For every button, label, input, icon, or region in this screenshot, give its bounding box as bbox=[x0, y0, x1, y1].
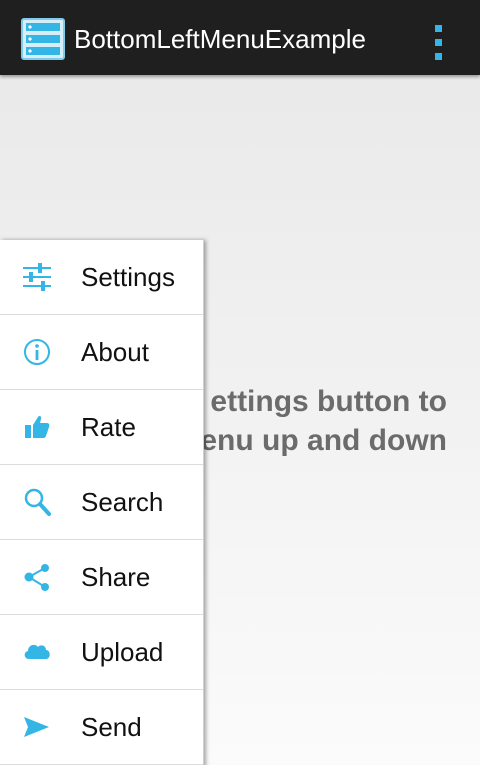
overflow-dot-icon bbox=[435, 39, 442, 46]
app-list-icon[interactable] bbox=[21, 18, 65, 60]
settings-sliders-icon bbox=[22, 262, 52, 292]
cloud-upload-icon bbox=[22, 637, 52, 667]
overflow-menu-button[interactable] bbox=[424, 14, 454, 62]
menu-item-label: Rate bbox=[81, 412, 136, 442]
overflow-dot-icon bbox=[435, 25, 442, 32]
menu-item-label: Send bbox=[81, 712, 142, 742]
menu-item-label: Settings bbox=[81, 262, 175, 292]
menu-item-search[interactable]: Search bbox=[0, 465, 203, 540]
send-icon bbox=[22, 712, 52, 742]
menu-item-rate[interactable]: Rate bbox=[0, 390, 203, 465]
overflow-dot-icon bbox=[435, 53, 442, 60]
thumbs-up-icon bbox=[22, 412, 52, 442]
bottom-left-menu: Settings About Rate Search Share Upload … bbox=[0, 240, 204, 765]
menu-item-upload[interactable]: Upload bbox=[0, 615, 203, 690]
menu-item-label: Search bbox=[81, 487, 164, 517]
info-icon bbox=[22, 337, 52, 367]
app-screen: BottomLeftMenuExample ettings button to … bbox=[0, 0, 480, 765]
search-icon bbox=[22, 487, 52, 517]
menu-item-settings[interactable]: Settings bbox=[0, 240, 203, 315]
menu-item-label: Share bbox=[81, 562, 151, 592]
menu-item-label: About bbox=[81, 337, 149, 367]
menu-item-label: Upload bbox=[81, 637, 164, 667]
menu-item-send[interactable]: Send bbox=[0, 690, 203, 765]
action-bar: BottomLeftMenuExample bbox=[0, 0, 480, 75]
menu-item-share[interactable]: Share bbox=[0, 540, 203, 615]
app-title: BottomLeftMenuExample bbox=[74, 24, 366, 54]
instruction-line-2: enu up and down bbox=[200, 424, 447, 457]
instruction-line-1: ettings button to bbox=[210, 385, 447, 418]
share-icon bbox=[22, 562, 52, 592]
menu-item-about[interactable]: About bbox=[0, 315, 203, 390]
